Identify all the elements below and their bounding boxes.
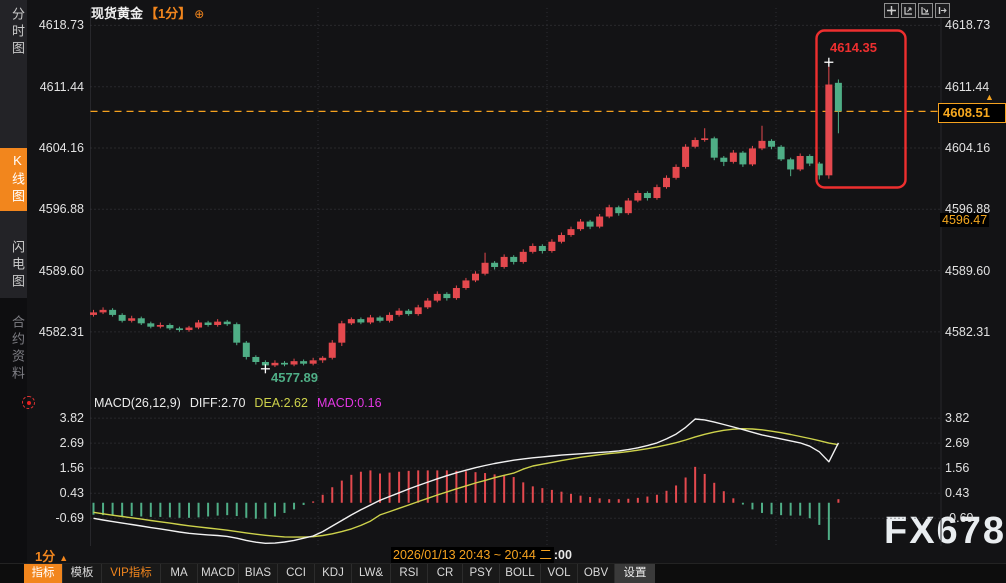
zoom-axis-right-icon[interactable]	[918, 3, 933, 18]
macd-tick-left-2: 1.56	[28, 461, 84, 475]
price-tick-left-5: 4582.31	[28, 325, 84, 339]
interval-up-arrow-icon: ▲	[59, 553, 68, 563]
tab-kdj[interactable]: KDJ	[314, 564, 351, 583]
tab-boll[interactable]: BOLL	[499, 564, 540, 583]
bar-timestamp: 2026/01/13 20:43 ~ 20:44 二:00	[391, 544, 572, 563]
tab-bias[interactable]: BIAS	[238, 564, 277, 583]
interval-label: 1分	[35, 549, 55, 564]
tab-psy[interactable]: PSY	[462, 564, 499, 583]
macd-dea-value: DEA:2.62	[254, 396, 308, 410]
countdown-text: :00	[554, 548, 572, 562]
sidebar-tab-kline[interactable]: K线图	[0, 148, 27, 211]
low-price-label: 4577.89	[271, 370, 318, 385]
indicator-marker-icon[interactable]	[22, 396, 35, 409]
price-tick-left-1: 4611.44	[28, 80, 84, 94]
candlestick-chart[interactable]	[0, 0, 1006, 582]
zoom-axis-up-icon[interactable]	[901, 3, 916, 18]
tab-lw[interactable]: LW&	[351, 564, 390, 583]
circled-plus-icon[interactable]: ⊕	[194, 7, 204, 21]
macd-params: MACD(26,12,9)	[94, 396, 181, 410]
price-tick-left-2: 4604.16	[28, 141, 84, 155]
macd-tick-left-0: 3.82	[28, 411, 84, 425]
price-tick-right-0: 4618.73	[945, 18, 1001, 32]
chart-toolbar	[884, 3, 950, 18]
macd-hist-value: MACD:0.16	[317, 396, 382, 410]
price-tick-left-3: 4596.88	[28, 202, 84, 216]
sidebar-tab-lightning[interactable]: 闪电图	[0, 240, 27, 291]
tab-indicator[interactable]: 指标	[24, 564, 62, 583]
price-tick-right-2: 4604.16	[945, 141, 1001, 155]
macd-tick-left-4: -0.69	[28, 511, 84, 525]
timestamp-text: 2026/01/13 20:43 ~ 20:44 二	[391, 547, 554, 563]
interval-tag: 【1分】	[145, 6, 191, 21]
sidebar-tab-timeline[interactable]: 分时图	[0, 7, 27, 58]
sidebar-tab-contract-info[interactable]: 合约资料	[0, 315, 27, 383]
macd-tick-right-3: 0.43	[945, 486, 1001, 500]
tab-template[interactable]: 模板	[62, 564, 101, 583]
tab-cr[interactable]: CR	[427, 564, 462, 583]
indicator-tabbar: 指标 模板 VIP指标 MA MACD BIAS CCI KDJ LW& RSI…	[0, 563, 1006, 583]
price-tick-left-0: 4618.73	[28, 18, 84, 32]
price-tick-right-4: 4589.60	[945, 264, 1001, 278]
price-tick-right-5: 4582.31	[945, 325, 1001, 339]
price-tick-left-4: 4589.60	[28, 264, 84, 278]
high-price-label: 4614.35	[830, 40, 877, 55]
macd-tick-left-1: 2.69	[28, 436, 84, 450]
prev-close-tag: 4596.47	[940, 213, 989, 227]
macd-tick-right-0: 3.82	[945, 411, 1001, 425]
current-price-tag: 4608.51	[938, 103, 1006, 123]
chart-header: 现货黄金【1分】⊕	[91, 3, 204, 22]
tab-vol[interactable]: VOL	[540, 564, 577, 583]
tab-macd[interactable]: MACD	[197, 564, 238, 583]
crosshair-move-icon[interactable]	[884, 3, 899, 18]
symbol-title: 现货黄金	[91, 6, 143, 21]
tab-vip-indicator[interactable]: VIP指标	[101, 564, 160, 583]
macd-tick-right-4: -0.69	[945, 511, 1001, 525]
tab-cci[interactable]: CCI	[277, 564, 314, 583]
macd-diff-value: DIFF:2.70	[190, 396, 246, 410]
tab-obv[interactable]: OBV	[577, 564, 614, 583]
tabbar-spacer	[0, 564, 24, 583]
pan-right-icon[interactable]	[935, 3, 950, 18]
tab-rsi[interactable]: RSI	[390, 564, 427, 583]
tab-ma[interactable]: MA	[160, 564, 197, 583]
macd-tick-right-1: 2.69	[945, 436, 1001, 450]
tab-settings[interactable]: 设置	[614, 564, 655, 583]
price-up-arrow-icon: ▲	[985, 92, 994, 102]
macd-readout: MACD(26,12,9) DIFF:2.70 DEA:2.62 MACD:0.16	[94, 396, 391, 410]
macd-tick-right-2: 1.56	[945, 461, 1001, 475]
macd-tick-left-3: 0.43	[28, 486, 84, 500]
